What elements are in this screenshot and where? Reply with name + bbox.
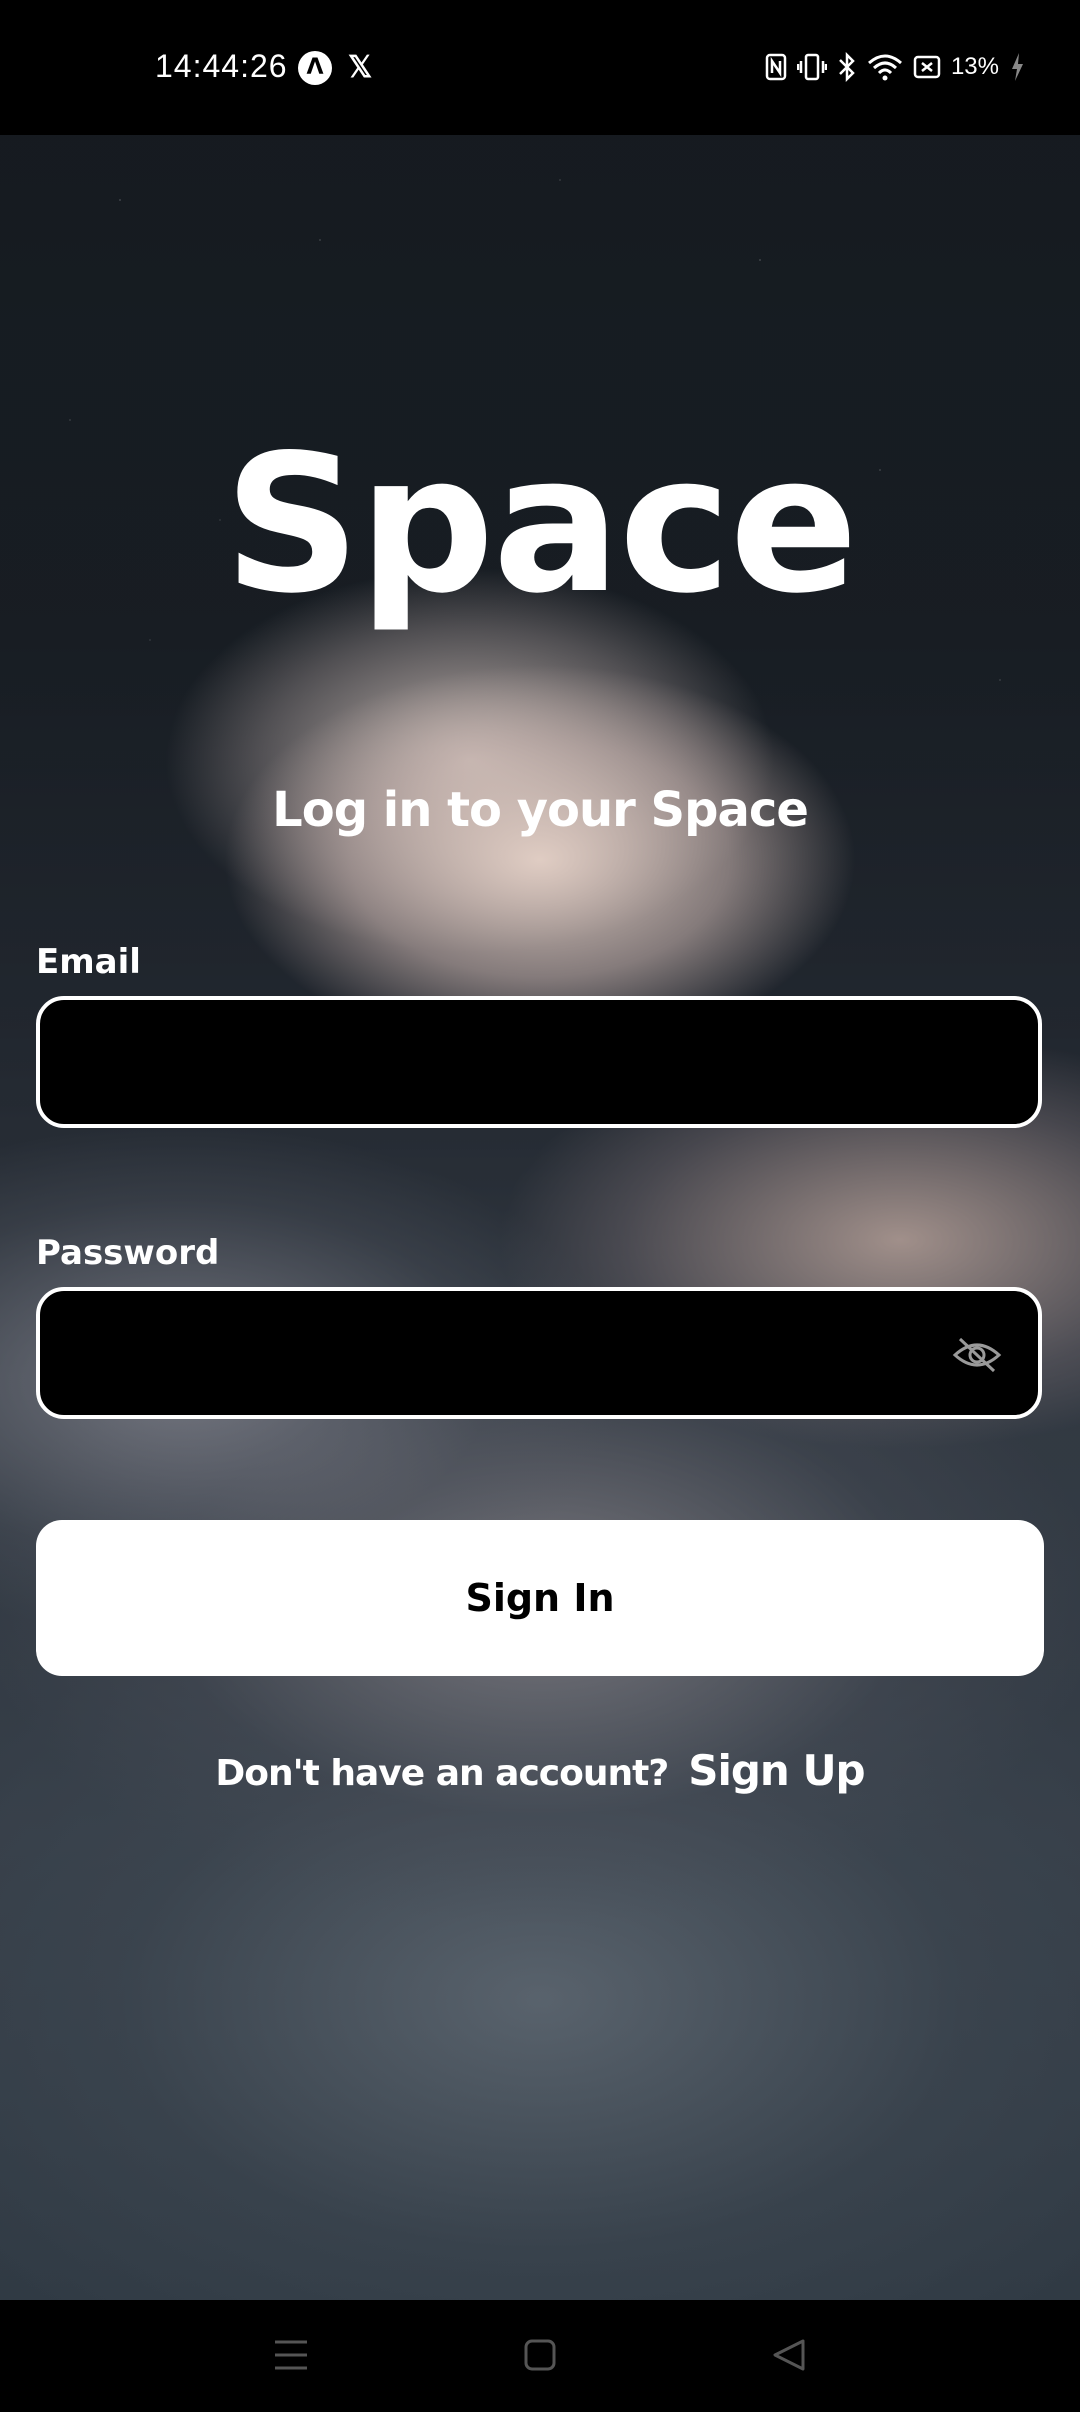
signup-prompt: Don't have an account? xyxy=(215,1753,669,1794)
email-field[interactable] xyxy=(36,996,1042,1128)
charging-icon xyxy=(1009,50,1025,84)
sign-up-link[interactable]: Sign Up xyxy=(688,1746,865,1795)
status-right-icons: 13% xyxy=(765,50,1025,84)
sign-in-label: Sign In xyxy=(465,1576,615,1620)
wifi-icon xyxy=(867,50,903,84)
x-logo-icon: 𝕏 xyxy=(348,51,373,84)
navigation-bar xyxy=(0,2300,1080,2412)
sign-in-button[interactable]: Sign In xyxy=(36,1520,1044,1676)
app-a-icon: Λ xyxy=(298,50,332,85)
password-input[interactable] xyxy=(70,1291,974,1417)
status-bar: 14:44:26 Λ 𝕏 13% xyxy=(0,0,1080,135)
signup-row: Don't have an account? Sign Up xyxy=(0,1746,1080,1795)
bluetooth-icon xyxy=(837,50,857,84)
password-label: Password xyxy=(36,1233,220,1273)
eye-off-icon[interactable] xyxy=(952,1335,1002,1375)
status-time: 14:44:26 xyxy=(155,48,288,84)
back-icon[interactable] xyxy=(764,2330,814,2380)
home-icon[interactable] xyxy=(515,2330,565,2380)
app-title: Space xyxy=(223,414,859,635)
email-label: Email xyxy=(36,942,141,982)
login-subtitle: Log in to your Space xyxy=(272,782,809,838)
battery-percent: 13% xyxy=(950,53,999,80)
menu-icon[interactable] xyxy=(266,2330,316,2380)
battery-saver-icon xyxy=(913,50,941,84)
stars-layer xyxy=(0,0,1080,2300)
nfc-icon xyxy=(765,50,787,84)
status-left-icons: Λ 𝕏 xyxy=(298,50,372,85)
vibrate-icon xyxy=(796,50,827,84)
email-input[interactable] xyxy=(70,1000,974,1126)
background-image xyxy=(0,0,1080,2300)
password-field[interactable] xyxy=(36,1287,1042,1419)
